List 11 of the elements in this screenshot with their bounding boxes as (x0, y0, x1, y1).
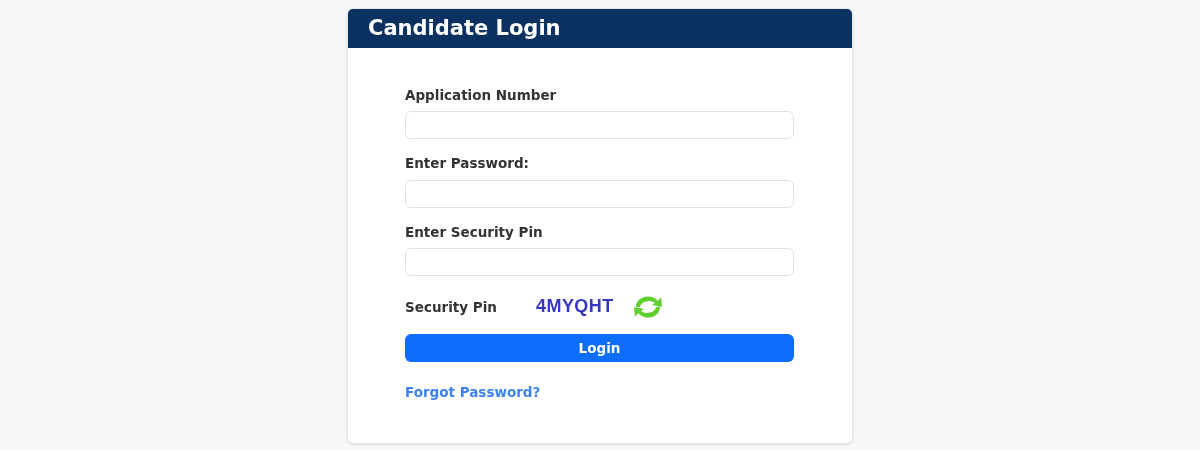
input-field[interactable] (405, 111, 794, 140)
input-field[interactable] (405, 247, 794, 276)
input-field[interactable] (405, 179, 794, 208)
forgot-password-link[interactable]: Forgot Password? (405, 381, 541, 402)
field-label: Enter Security Pin (405, 222, 544, 242)
field-label: Application Number (405, 86, 558, 105)
field-label: Enter Password: (405, 154, 530, 174)
captcha-code: 4MYQHT (536, 295, 614, 319)
captcha-label: Security Pin (405, 297, 498, 317)
card-title: Candidate Login (368, 14, 561, 42)
login-button[interactable]: Login (405, 333, 794, 362)
